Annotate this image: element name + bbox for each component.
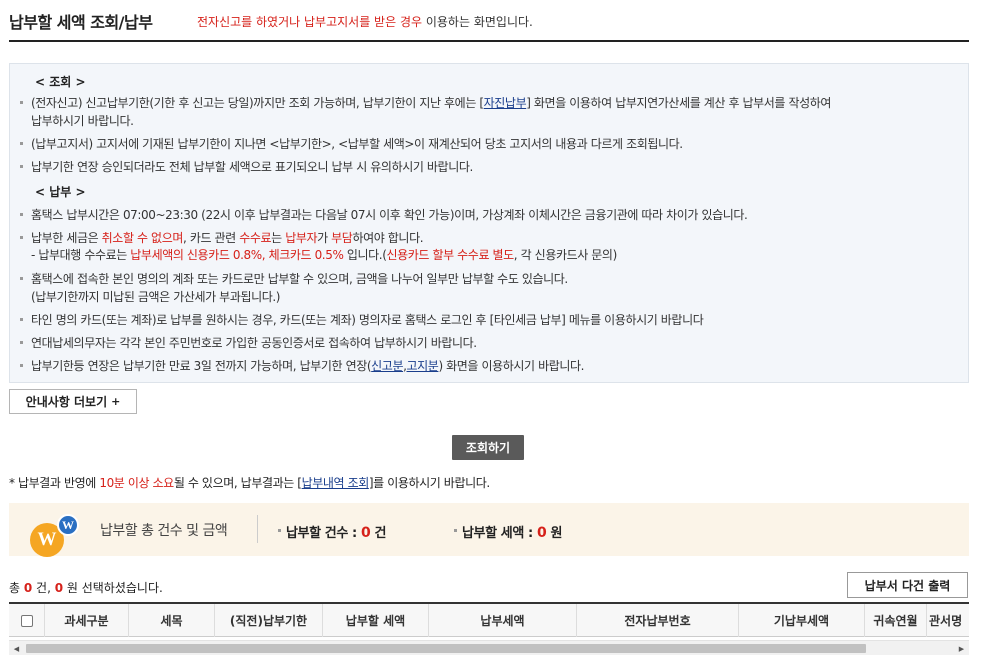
extension-report-link[interactable]: 신고분 (371, 359, 403, 373)
print-multiple-button[interactable]: 납부서 다건 출력 (847, 572, 968, 598)
page-title: 납부할 세액 조회/납부 (9, 13, 153, 32)
subtitle-highlight: 전자신고를 하였거나 납부고지서를 받은 경우 (197, 15, 423, 29)
column-header[interactable]: 납부세액 (429, 604, 577, 637)
guide-panel: < 조회 > (전자신고) 신고납부기한(기한 후 신고는 당일)까지만 조회 … (9, 63, 969, 383)
selection-amount: 0 (54, 581, 64, 595)
selection-text: 건, (32, 581, 55, 595)
column-header[interactable]: 관서명 (927, 604, 969, 637)
payment-text: - 납부대행 수수료는 (31, 248, 131, 262)
payable-amount-label: 납부할 세액 : (462, 526, 537, 541)
extension-notice-link[interactable]: 고지분 (407, 359, 439, 373)
self-payment-link[interactable]: 자진납부 (484, 96, 527, 110)
select-all-checkbox[interactable] (20, 614, 33, 627)
result-note: * 납부결과 반영에 10분 이상 소요될 수 있으며, 납부결과는 [납부내역… (9, 474, 490, 491)
section-payment-heading: < 납부 > (35, 185, 86, 199)
payable-count-label: 납부할 건수 : (286, 526, 361, 541)
column-header[interactable]: 과세구분 (45, 604, 129, 637)
inquiry-line-1: (전자신고) 신고납부기한(기한 후 신고는 당일)까지만 조회 가능하며, 납… (19, 94, 832, 111)
plus-icon: + (111, 395, 121, 408)
column-header[interactable]: 전자납부번호 (577, 604, 739, 637)
payment-warning: 신용카드 할부 수수료 별도 (386, 248, 515, 262)
more-guide-label: 안내사항 더보기 (25, 395, 108, 409)
payment-line-5: 연대납세의무자는 각각 본인 주민번호로 가입한 공동인증서로 접속하여 납부하… (20, 336, 477, 350)
payable-count-unit: 건 (370, 526, 387, 541)
payment-warning: 수수료 (239, 231, 272, 245)
page-subtitle: 전자신고를 하였거나 납부고지서를 받은 경우 이용하는 화면입니다. (197, 13, 533, 30)
payment-line-2-fee: - 납부대행 수수료는 납부세액의 신용카드 0.8%, 체크카드 0.5% 입… (31, 246, 617, 263)
note-warning: 10분 이상 소요 (99, 476, 174, 490)
select-all-cell (9, 604, 45, 637)
payment-history-link[interactable]: 납부내역 조회 (302, 476, 370, 490)
inquiry-line-1-cont: 납부하시기 바랍니다. (31, 114, 134, 128)
query-button[interactable]: 조회하기 (452, 435, 524, 460)
payment-line-6: 납부기한등 연장은 납부기한 만료 3일 전까지 가능하며, 납부기한 연장(신… (19, 357, 585, 374)
table-header: 과세구분 세목 (직전)납부기한 납부할 세액 납부세액 전자납부번호 기납부세… (9, 604, 969, 637)
payment-text: 가 (317, 231, 332, 245)
inquiry-text: (전자신고) 신고납부기한(기한 후 신고는 당일)까지만 조회 가능하며, 납… (31, 96, 484, 110)
selection-text: 원 선택하셨습니다. (63, 581, 163, 595)
note-text: * 납부결과 반영에 (9, 476, 100, 490)
payable-amount-value: 0 (536, 525, 547, 541)
note-text: 될 수 있으며, 납부결과는 [ (173, 476, 302, 490)
payable-amount: 납부할 세액 : 0 원 (453, 522, 563, 541)
payable-amount-unit: 원 (546, 526, 563, 541)
summary-divider (257, 515, 258, 543)
payable-count: 납부할 건수 : 0 건 (277, 522, 387, 541)
payment-text: 는 (271, 231, 286, 245)
scroll-left-icon[interactable]: ◀ (9, 641, 24, 656)
payment-warning: 납부자 (285, 231, 318, 245)
column-header[interactable]: 귀속연월 (865, 604, 927, 637)
payment-line-3-cont: (납부기한까지 미납된 금액은 가산세가 부과됩니다.) (31, 290, 281, 304)
horizontal-scrollbar[interactable]: ◀ ▶ (9, 640, 969, 655)
payment-line-1: 홈택스 납부시간은 07:00~23:30 (22시 이후 납부결과는 다음날 … (19, 208, 748, 222)
inquiry-line-2: (납부고지서) 고지서에 기재된 납부기한이 지나면 <납부기한>, <납부할 … (20, 137, 683, 151)
payment-text: 납부한 세금은 (31, 231, 102, 245)
note-text: ]를 이용하시기 바랍니다. (368, 476, 490, 490)
column-header[interactable]: 납부할 세액 (323, 604, 429, 637)
wetax-badge-icon: W (57, 514, 79, 536)
selection-summary: 총 0 건, 0 원 선택하셨습니다. (9, 579, 163, 596)
payment-table: 과세구분 세목 (직전)납부기한 납부할 세액 납부세액 전자납부번호 기납부세… (9, 602, 969, 660)
payment-warning: 부담 (331, 231, 353, 245)
payment-warning: 취소할 수 없으며 (101, 231, 184, 245)
scroll-right-icon[interactable]: ▶ (954, 641, 969, 656)
payment-text: 입니다.( (343, 248, 387, 262)
payment-text: , 카드 관련 (182, 231, 240, 245)
payment-text: , 각 신용카드사 문의) (513, 248, 617, 262)
subtitle-text: 이용하는 화면입니다. (422, 15, 533, 29)
payment-text: 하여야 합니다. (352, 231, 424, 245)
inquiry-text: ] 화면을 이용하여 납부지연가산세를 계산 후 납부서를 작성하여 (526, 96, 832, 110)
payment-line-3: 홈택스에 접속한 본인 명의의 계좌 또는 카드로만 납부할 수 있으며, 금액… (20, 272, 568, 286)
summary-label: 납부할 총 건수 및 금액 (100, 523, 228, 539)
more-guide-button[interactable]: 안내사항 더보기 + (9, 389, 137, 414)
payable-count-value: 0 (360, 525, 371, 541)
column-header[interactable]: 기납부세액 (739, 604, 865, 637)
scrollbar-thumb[interactable] (26, 644, 866, 653)
payment-line-2: 납부한 세금은 취소할 수 없으며, 카드 관련 수수료는 납부자가 부담하여야… (19, 229, 424, 246)
section-inquiry-heading: < 조회 > (35, 75, 86, 89)
inquiry-line-3: 납부기한 연장 승인되더라도 전체 납부할 세액으로 표기되오니 납부 시 유의… (20, 160, 473, 174)
column-header[interactable]: (직전)납부기한 (215, 604, 323, 637)
page-header: 납부할 세액 조회/납부 전자신고를 하였거나 납부고지서를 받은 경우 이용하… (9, 8, 969, 42)
selection-count: 0 (23, 581, 33, 595)
payment-text: ) 화면을 이용하시기 바랍니다. (438, 359, 585, 373)
payment-line-4: 타인 명의 카드(또는 계좌)로 납부를 원하시는 경우, 카드(또는 계좌) … (19, 313, 704, 327)
selection-text: 총 (9, 581, 24, 595)
column-header[interactable]: 세목 (129, 604, 215, 637)
summary-box: W W 납부할 총 건수 및 금액 납부할 건수 : 0 건 납부할 세액 : … (9, 503, 969, 557)
payment-text: 납부기한등 연장은 납부기한 만료 3일 전까지 가능하며, 납부기한 연장( (31, 359, 372, 373)
payment-warning: 납부세액의 신용카드 0.8%, 체크카드 0.5% (130, 248, 344, 262)
